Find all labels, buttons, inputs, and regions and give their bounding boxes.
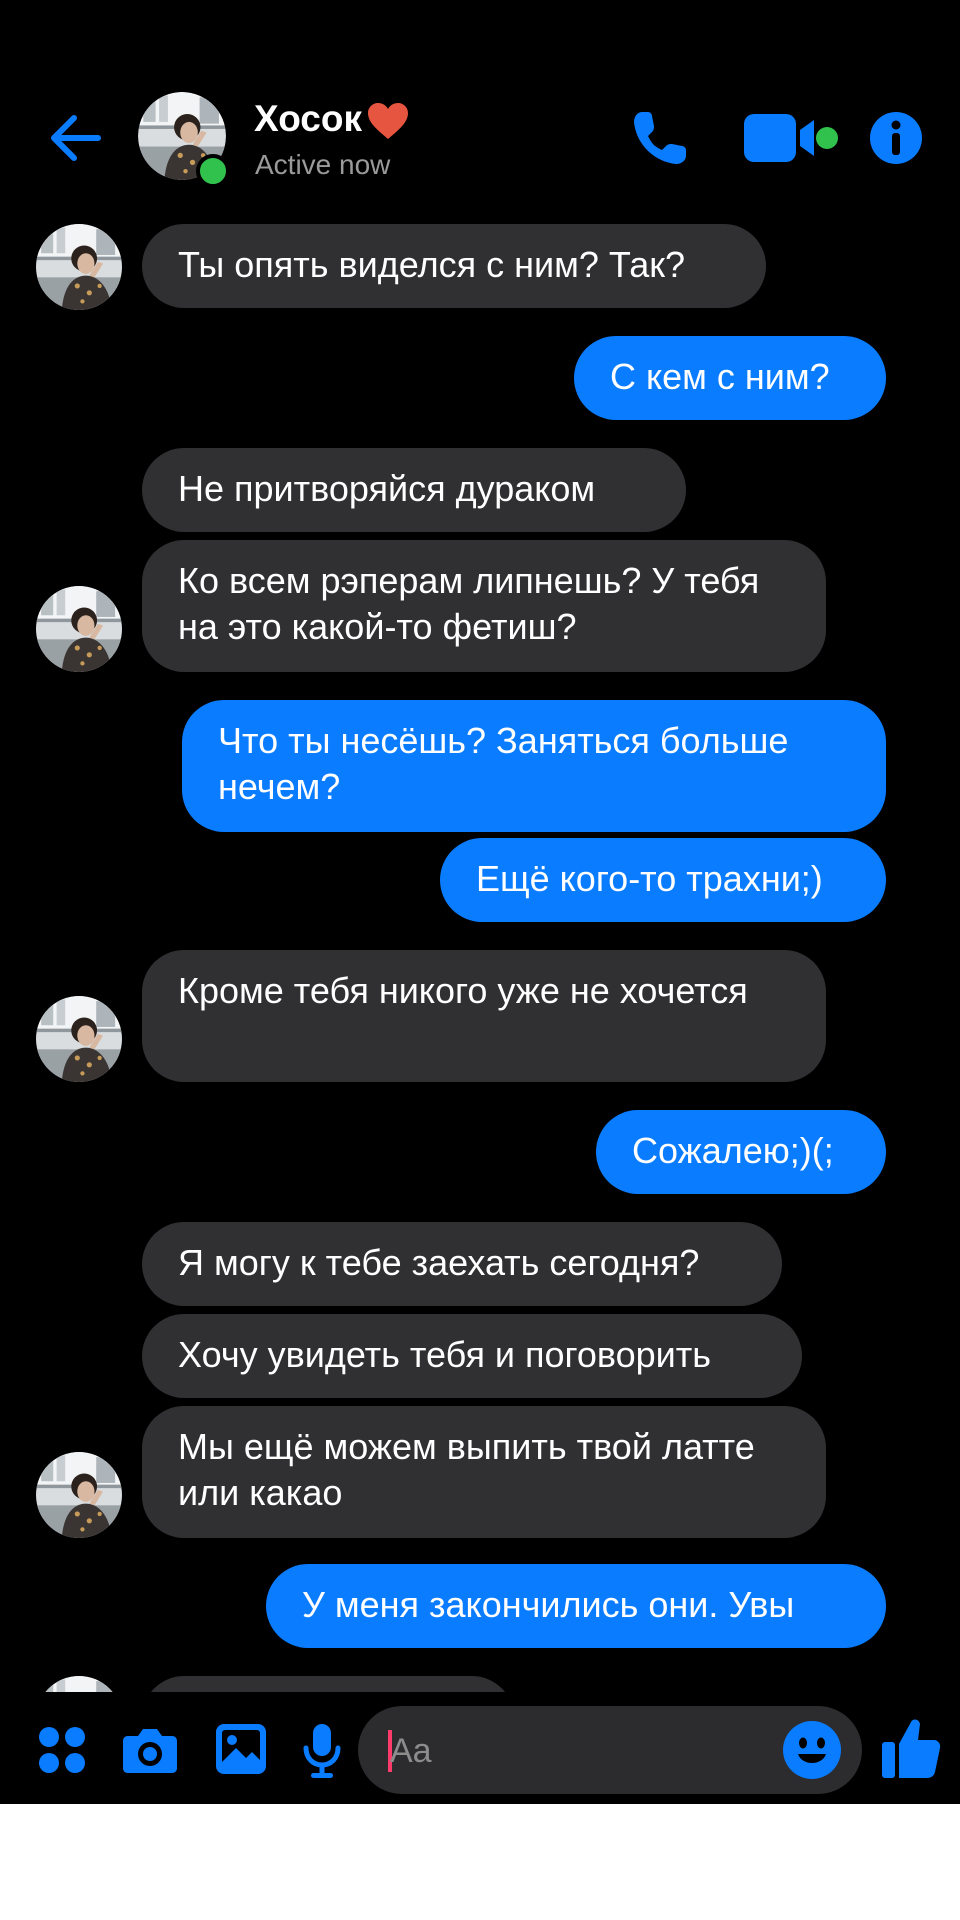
- sender-avatar[interactable]: [36, 996, 122, 1082]
- sender-avatar[interactable]: [36, 1452, 122, 1538]
- sender-avatar[interactable]: [36, 586, 122, 672]
- chat-screen: Хосок Active now Ты опять виделся с ним?…: [0, 0, 960, 1804]
- message-composer[interactable]: [358, 1706, 862, 1796]
- smiley-icon[interactable]: [782, 1720, 842, 1780]
- message-bubble-received[interactable]: Хочу увидеть тебя и поговорить: [142, 1314, 802, 1398]
- microphone-icon[interactable]: [302, 1722, 342, 1780]
- sender-avatar[interactable]: [36, 1676, 122, 1692]
- message-bubble-sent[interactable]: С кем с ним?: [574, 336, 886, 420]
- message-bubble-received[interactable]: Ты опять виделся с ним? Так?: [142, 224, 766, 308]
- thumbs-up-icon[interactable]: [880, 1716, 942, 1780]
- message-input[interactable]: [388, 1706, 772, 1796]
- sender-avatar[interactable]: [36, 224, 122, 310]
- message-bubble-sent[interactable]: Что ты несёшь? Заняться больше нечем?: [182, 700, 886, 832]
- four-dots-icon[interactable]: [38, 1726, 86, 1774]
- message-bubble-received[interactable]: Ко всем рэперам липнешь? У тебя на это к…: [142, 540, 826, 672]
- message-bubble-sent[interactable]: У меня закончились они. Увы: [266, 1564, 886, 1648]
- message-bubble-sent[interactable]: Сожалею;)(;: [596, 1110, 886, 1194]
- message-bubble-sent[interactable]: Ещё кого-то трахни;): [440, 838, 886, 922]
- message-bubble-received[interactable]: Кроме тебя никого уже не хочется: [142, 950, 826, 1082]
- message-bubble-received-partial[interactable]: [142, 1676, 514, 1692]
- message-bubble-received[interactable]: Мы ещё можем выпить твой латте или какао: [142, 1406, 826, 1538]
- message-bubble-received[interactable]: Не притворяйся дураком: [142, 448, 686, 532]
- camera-icon[interactable]: [122, 1726, 178, 1774]
- message-bubble-received[interactable]: Я могу к тебе заехать сегодня?: [142, 1222, 782, 1306]
- message-list[interactable]: Ты опять виделся с ним? Так? С кем с ним…: [0, 0, 960, 1692]
- image-icon[interactable]: [214, 1722, 268, 1776]
